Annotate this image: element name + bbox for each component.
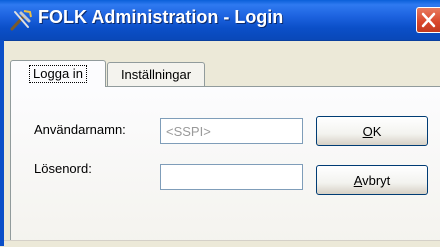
- tab-settings-label: Inställningar: [120, 67, 192, 82]
- username-label: Användarnamn:: [34, 122, 126, 137]
- window-border: [0, 40, 4, 246]
- tab-login[interactable]: Logga in: [10, 60, 106, 87]
- close-button[interactable]: [416, 7, 440, 33]
- tools-icon: [10, 10, 32, 31]
- password-label: Lösenord:: [34, 161, 92, 176]
- window-title: FOLK Administration - Login: [38, 7, 284, 27]
- cancel-button-label: Avbryt: [353, 172, 391, 188]
- tab-settings[interactable]: Inställningar: [107, 62, 205, 86]
- title-bar[interactable]: FOLK Administration - Login: [0, 0, 440, 41]
- ok-button[interactable]: OK: [316, 116, 428, 146]
- close-icon: [421, 12, 436, 28]
- tab-login-label: Logga in: [29, 65, 87, 83]
- cancel-button[interactable]: Avbryt: [316, 165, 428, 195]
- ok-button-label: OK: [362, 123, 382, 139]
- username-field[interactable]: [160, 118, 303, 144]
- password-field[interactable]: [160, 164, 303, 190]
